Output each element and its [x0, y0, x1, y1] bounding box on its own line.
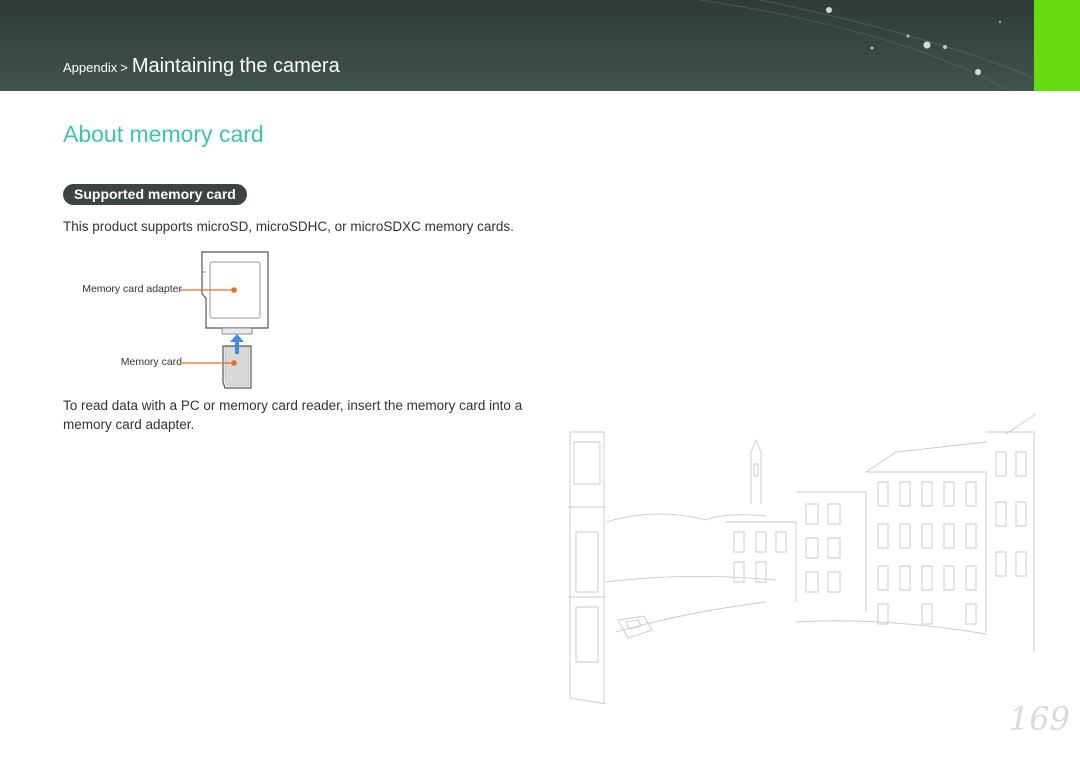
card-label: Memory card — [120, 356, 182, 368]
section-tab — [1034, 0, 1080, 91]
page-number: 169 — [1008, 700, 1070, 738]
breadcrumb-separator: > — [120, 60, 128, 75]
page-title: About memory card — [63, 121, 264, 147]
cityscape-illustration — [568, 413, 1036, 704]
body-text: To read data with a PC or memory card re… — [63, 398, 523, 432]
breadcrumb: Appendix > Maintaining the camera — [63, 55, 340, 81]
breadcrumb-current: Maintaining the camera — [131, 55, 340, 77]
breadcrumb-parent[interactable]: Appendix — [63, 60, 117, 75]
section-label: Supported memory card — [63, 184, 247, 205]
intro-text: This product supports microSD, microSDHC… — [63, 219, 514, 234]
adapter-label: Memory card adapter — [82, 283, 182, 295]
header-banner: Appendix > Maintaining the camera — [0, 0, 1034, 91]
memory-card-diagram — [180, 251, 269, 389]
